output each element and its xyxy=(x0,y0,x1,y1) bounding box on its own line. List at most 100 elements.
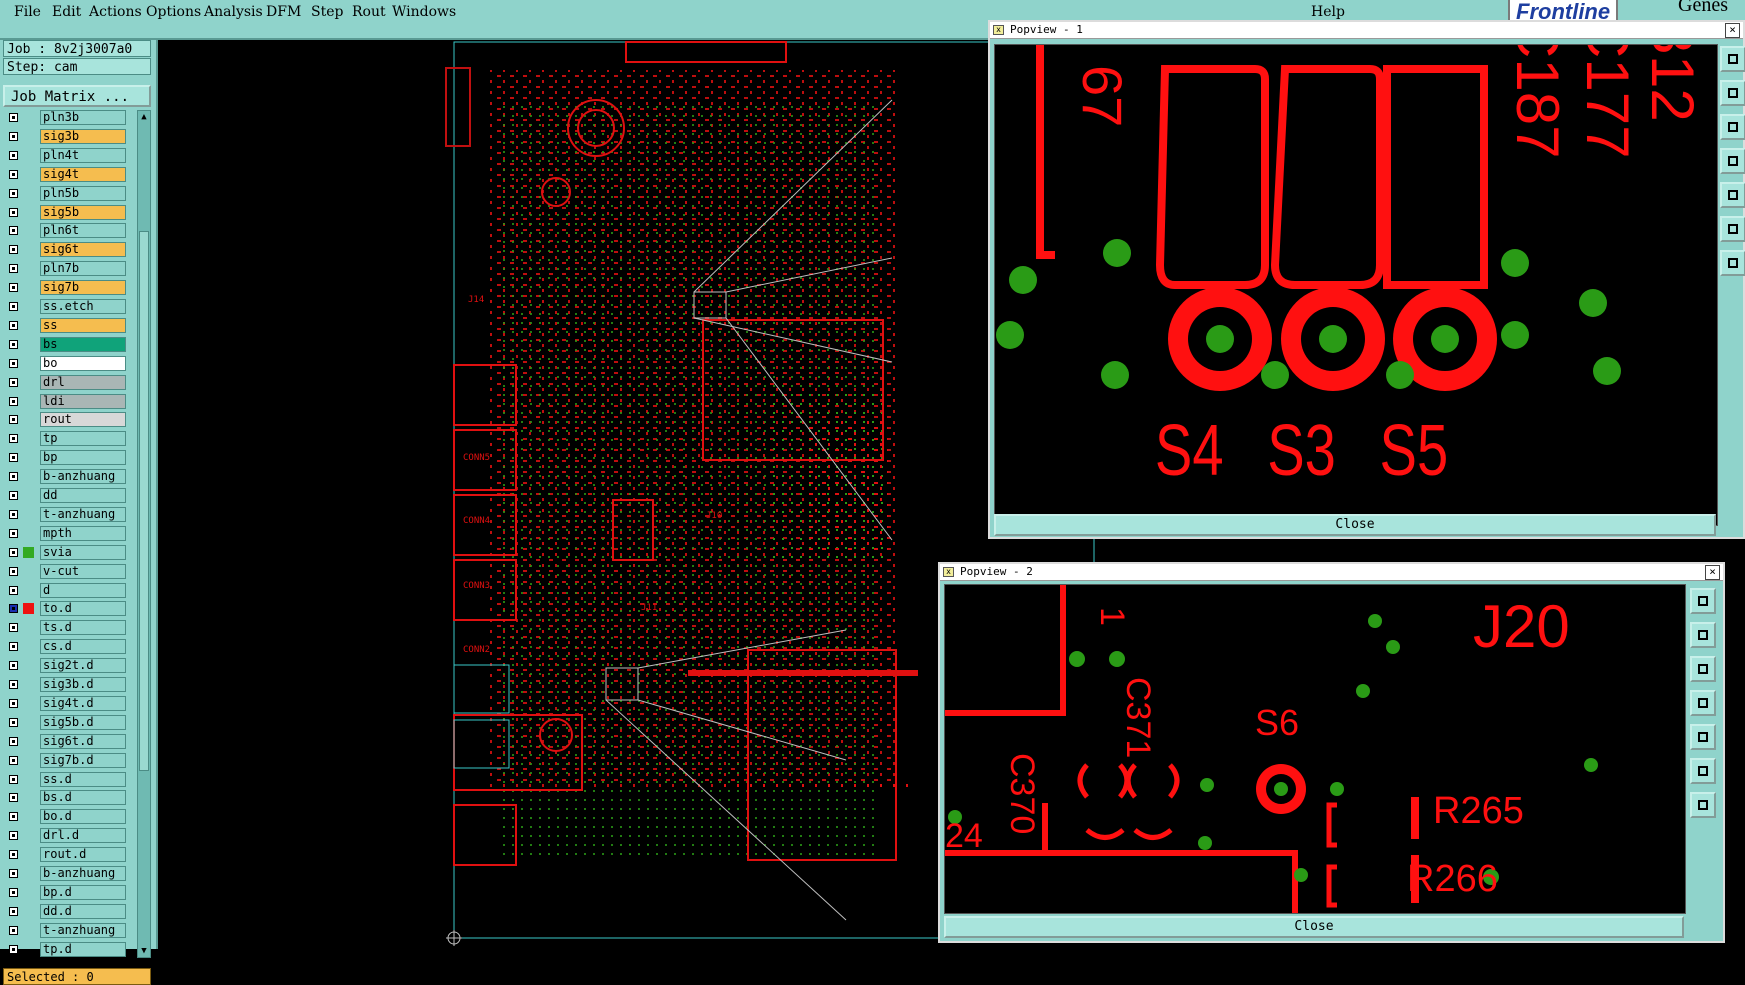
layer-row[interactable]: ldi xyxy=(2,393,130,409)
menu-step[interactable]: Step xyxy=(311,4,343,20)
layer-row[interactable]: bo.d xyxy=(2,809,130,825)
layer-checkbox[interactable] xyxy=(9,661,18,671)
popview-2-close-button[interactable]: Close xyxy=(944,916,1684,938)
layer-name[interactable]: b-anzhuang xyxy=(40,866,126,881)
layer-checkbox[interactable] xyxy=(9,339,18,349)
menu-rout[interactable]: Rout xyxy=(352,4,386,20)
layer-checkbox[interactable] xyxy=(9,831,18,841)
layer-row[interactable]: t-anzhuang xyxy=(2,506,130,522)
layer-name[interactable]: tp.d xyxy=(40,941,126,957)
layer-checkbox[interactable] xyxy=(9,680,18,689)
layer-row[interactable]: svia xyxy=(2,544,130,560)
layer-row[interactable]: t-anzhuang xyxy=(2,922,130,938)
layer-checkbox[interactable] xyxy=(9,150,18,160)
menu-file[interactable]: File xyxy=(14,4,41,20)
layer-scrollbar[interactable]: ▲ ▼ xyxy=(137,110,151,958)
layer-checkbox[interactable] xyxy=(9,169,18,179)
layer-row[interactable]: sig3b xyxy=(2,128,130,144)
layer-checkbox[interactable] xyxy=(9,736,18,746)
zoom-in-icon[interactable] xyxy=(1690,792,1716,818)
layer-name[interactable]: sig7b xyxy=(40,280,126,296)
layer-checkbox[interactable] xyxy=(9,358,18,368)
layer-checkbox[interactable] xyxy=(9,453,18,463)
layer-name[interactable]: sig3b.d xyxy=(40,677,126,692)
layer-name[interactable]: pln3b xyxy=(40,110,126,125)
layer-checkbox[interactable] xyxy=(9,869,18,878)
pan-up-icon[interactable] xyxy=(1720,80,1745,106)
layer-name[interactable]: d xyxy=(40,582,126,598)
job-matrix-button[interactable]: Job Matrix ... xyxy=(3,85,151,107)
layer-name[interactable]: bp.d xyxy=(40,884,126,900)
layer-name[interactable]: mpth xyxy=(40,525,126,541)
layer-checkbox[interactable] xyxy=(9,283,18,293)
menu-analysis[interactable]: Analysis xyxy=(204,4,263,20)
layer-checkbox[interactable] xyxy=(9,396,18,406)
layer-checkbox[interactable] xyxy=(9,264,18,274)
menu-windows[interactable]: Windows xyxy=(392,4,456,20)
layer-checkbox[interactable] xyxy=(9,509,18,519)
layer-row[interactable]: sig6t xyxy=(2,242,130,258)
layer-name[interactable]: tp xyxy=(40,431,126,447)
layer-name[interactable]: dd xyxy=(40,488,126,503)
layer-checkbox[interactable] xyxy=(9,131,18,141)
layer-row[interactable]: to.d xyxy=(2,601,130,617)
layer-checkbox[interactable] xyxy=(9,944,18,954)
zoom-out-icon[interactable] xyxy=(1690,758,1716,784)
layer-name[interactable]: bp xyxy=(40,450,126,466)
layer-name[interactable]: sig5b.d xyxy=(40,714,126,730)
layer-name[interactable]: dd.d xyxy=(40,903,126,919)
zoom-in-icon[interactable] xyxy=(1720,250,1745,276)
layer-checkbox[interactable] xyxy=(9,245,18,255)
layer-checkbox[interactable] xyxy=(9,925,18,935)
layer-checkbox[interactable] xyxy=(9,755,18,765)
layer-row[interactable]: tp xyxy=(2,431,130,447)
layer-row[interactable]: bs.d xyxy=(2,790,130,806)
scroll-thumb[interactable] xyxy=(139,231,149,771)
layer-name[interactable]: sig6t xyxy=(40,242,126,258)
layer-row[interactable]: pln7b xyxy=(2,261,130,277)
layer-name[interactable]: ts.d xyxy=(40,620,126,636)
layer-row[interactable]: sig5b xyxy=(2,204,130,220)
zoom-fit-icon[interactable] xyxy=(1720,46,1745,72)
layer-checkbox[interactable] xyxy=(9,320,18,330)
layer-name[interactable]: svia xyxy=(40,544,126,560)
layer-row[interactable]: pln5b xyxy=(2,185,130,201)
layer-name[interactable]: cs.d xyxy=(40,639,126,655)
layer-checkbox[interactable] xyxy=(9,566,18,576)
layer-row[interactable]: sig6t.d xyxy=(2,733,130,749)
layer-checkbox[interactable] xyxy=(9,850,18,860)
pan-up-icon[interactable] xyxy=(1690,622,1716,648)
layer-name[interactable]: v-cut xyxy=(40,563,126,579)
pan-left-icon[interactable] xyxy=(1690,690,1716,716)
layer-name[interactable]: pln6t xyxy=(40,223,126,239)
layer-row[interactable]: ss.d xyxy=(2,771,130,787)
pan-right-icon[interactable] xyxy=(1720,182,1745,208)
layer-row[interactable]: drl.d xyxy=(2,828,130,844)
layer-row[interactable]: sig7b xyxy=(2,280,130,296)
layer-name[interactable]: rout.d xyxy=(40,847,126,863)
layer-checkbox[interactable] xyxy=(9,415,18,425)
layer-checkbox[interactable] xyxy=(9,207,18,217)
layer-name[interactable]: rout xyxy=(40,412,126,428)
layer-checkbox[interactable] xyxy=(9,623,18,633)
layer-name[interactable]: drl xyxy=(40,374,126,390)
layer-checkbox[interactable] xyxy=(9,793,18,803)
menu-help[interactable]: Help xyxy=(1311,4,1345,20)
layer-checkbox[interactable] xyxy=(9,528,18,538)
layer-checkbox[interactable] xyxy=(9,434,18,444)
layer-checkbox[interactable] xyxy=(9,302,18,311)
layer-checkbox[interactable] xyxy=(9,717,18,727)
layer-row[interactable]: bo xyxy=(2,355,130,371)
layer-name[interactable]: b-anzhuang xyxy=(40,469,126,485)
layer-name[interactable]: t-anzhuang xyxy=(40,506,126,522)
layer-row[interactable]: rout xyxy=(2,412,130,428)
close-icon[interactable]: × xyxy=(1725,23,1740,38)
layer-row[interactable]: b-anzhuang xyxy=(2,469,130,485)
layer-checkbox[interactable] xyxy=(9,604,18,614)
zoom-out-icon[interactable] xyxy=(1720,216,1745,242)
layer-row[interactable]: pln6t xyxy=(2,223,130,239)
layer-name[interactable]: sig2t.d xyxy=(40,658,126,674)
layer-checkbox[interactable] xyxy=(9,906,18,916)
layer-name[interactable]: bo.d xyxy=(40,809,126,825)
layer-name[interactable]: ss xyxy=(40,317,126,333)
